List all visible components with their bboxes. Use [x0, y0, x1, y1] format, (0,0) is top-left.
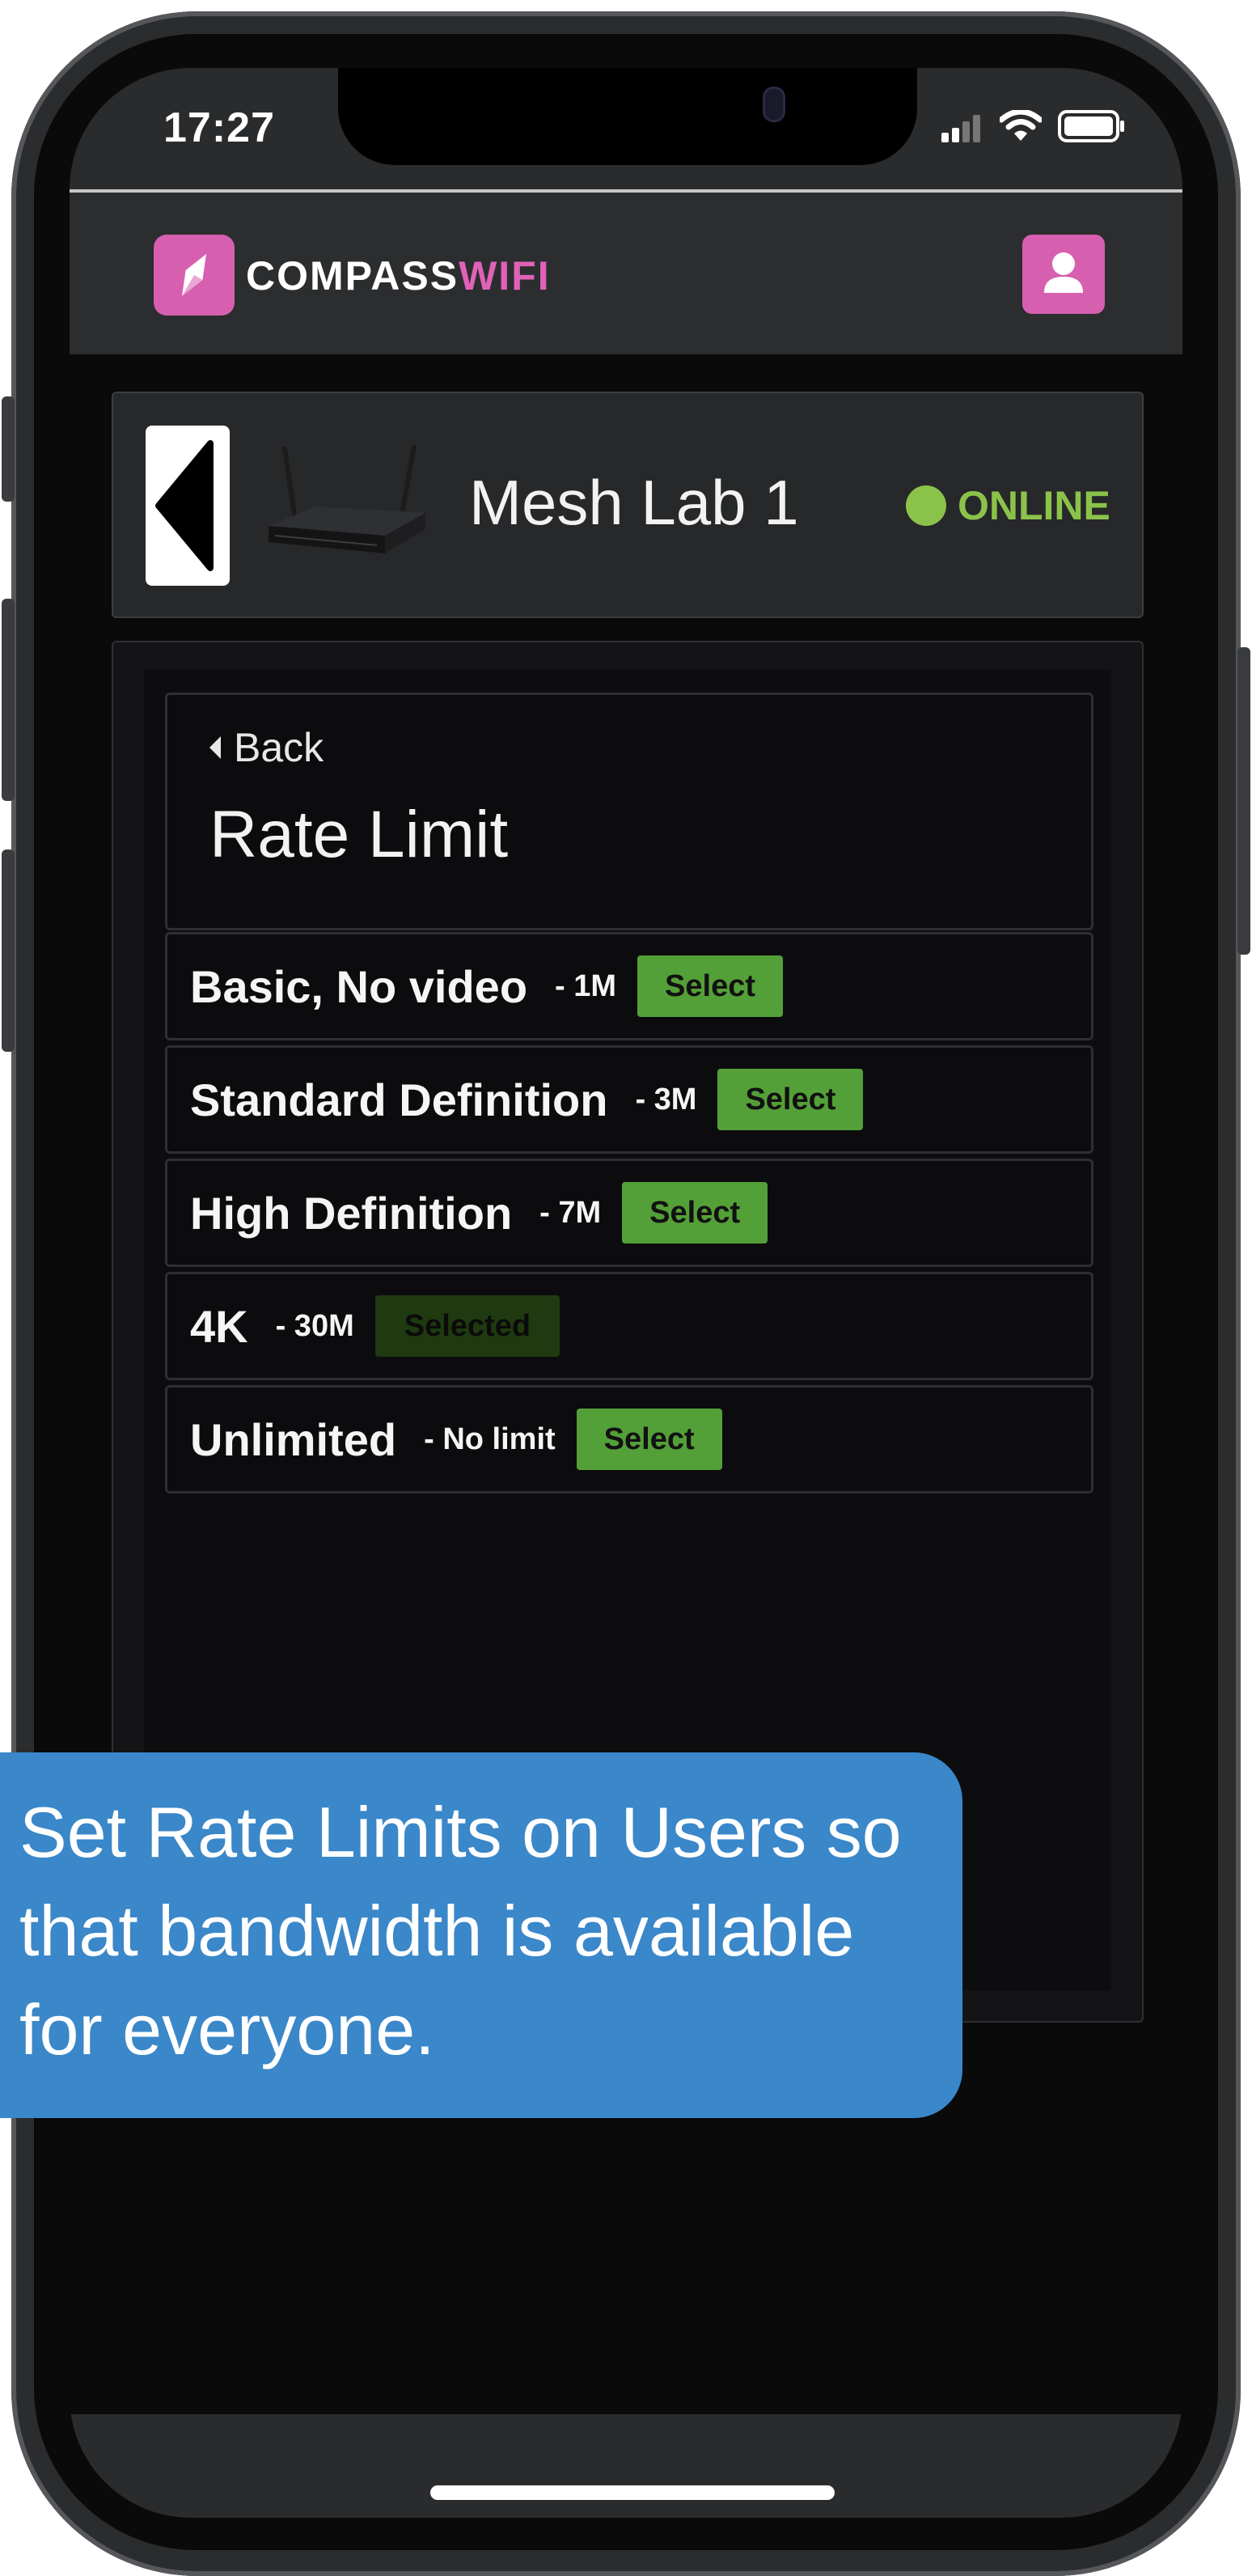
front-camera [765, 89, 783, 120]
router-image [269, 445, 425, 553]
rate-limit-header: Back Rate Limit [165, 693, 1093, 930]
rate-option-row: High Definition - 7M Select [165, 1159, 1093, 1267]
brand-logo-text: COMPASSWIFI [246, 252, 551, 299]
volume-up-button [2, 599, 15, 801]
back-link[interactable]: Back [208, 724, 324, 771]
app-header: COMPASSWIFI [70, 193, 1182, 354]
logo-text-compass: COMPASS [246, 253, 459, 299]
mute-switch [2, 396, 15, 502]
device-card: Mesh Lab 1 ONLINE [112, 392, 1144, 618]
rate-option-name: Unlimited [190, 1413, 397, 1465]
rate-option-name: Basic, No video [190, 960, 528, 1012]
battery-icon [1058, 110, 1124, 142]
select-button[interactable]: Select [637, 955, 783, 1017]
status-icons [941, 110, 1126, 142]
home-bar-area [70, 2414, 1182, 2518]
rate-option-speed: - 30M [275, 1308, 354, 1343]
user-icon [1044, 252, 1083, 293]
rate-option-name: Standard Definition [190, 1074, 608, 1125]
rate-option-name: 4K [190, 1300, 248, 1352]
caret-left-icon [209, 736, 221, 759]
online-status-label: ONLINE [958, 483, 1110, 528]
device-name: Mesh Lab 1 [469, 467, 799, 538]
online-status-dot [906, 485, 946, 526]
rate-option-speed: - 3M [635, 1082, 697, 1116]
select-button[interactable]: Select [622, 1182, 768, 1244]
selected-button[interactable]: Selected [374, 1295, 560, 1357]
wifi-icon [1000, 110, 1042, 141]
logo-text-wifi: WIFI [459, 253, 551, 299]
volume-down-button [2, 849, 15, 1052]
rate-option-row: Standard Definition - 3M Select [165, 1045, 1093, 1154]
back-arrow-icon [155, 440, 214, 571]
rate-option-row: 4K - 30M Selected [165, 1272, 1093, 1380]
compass-logo-icon [154, 235, 235, 316]
rate-option-row: Unlimited - No limit Select [165, 1385, 1093, 1493]
phone-screen: 17:27 COMPASSWIFI Mesh Lab 1 ONLINE Back… [70, 68, 1182, 2518]
promo-callout-text: Set Rate Limits on Users so that bandwid… [19, 1792, 902, 2070]
home-indicator[interactable] [430, 2485, 835, 2500]
select-button[interactable]: Select [576, 1409, 722, 1470]
user-account-button[interactable] [1022, 235, 1105, 314]
notch [338, 68, 917, 165]
rate-option-name: High Definition [190, 1187, 513, 1239]
status-time: 17:27 [163, 104, 275, 151]
select-button[interactable]: Select [717, 1069, 864, 1130]
device-back-button[interactable] [146, 426, 230, 586]
back-link-label: Back [234, 725, 324, 770]
power-button [1237, 647, 1250, 955]
promo-callout: Set Rate Limits on Users so that bandwid… [0, 1752, 962, 2118]
online-status: ONLINE [906, 482, 1110, 529]
signal-icon [941, 113, 983, 142]
rate-option-speed: - 7M [539, 1195, 602, 1230]
page-title: Rate Limit [209, 798, 509, 871]
rate-option-speed: - No limit [424, 1421, 556, 1456]
rate-option-row: Basic, No video - 1M Select [165, 932, 1093, 1040]
rate-option-speed: - 1M [555, 968, 617, 1003]
